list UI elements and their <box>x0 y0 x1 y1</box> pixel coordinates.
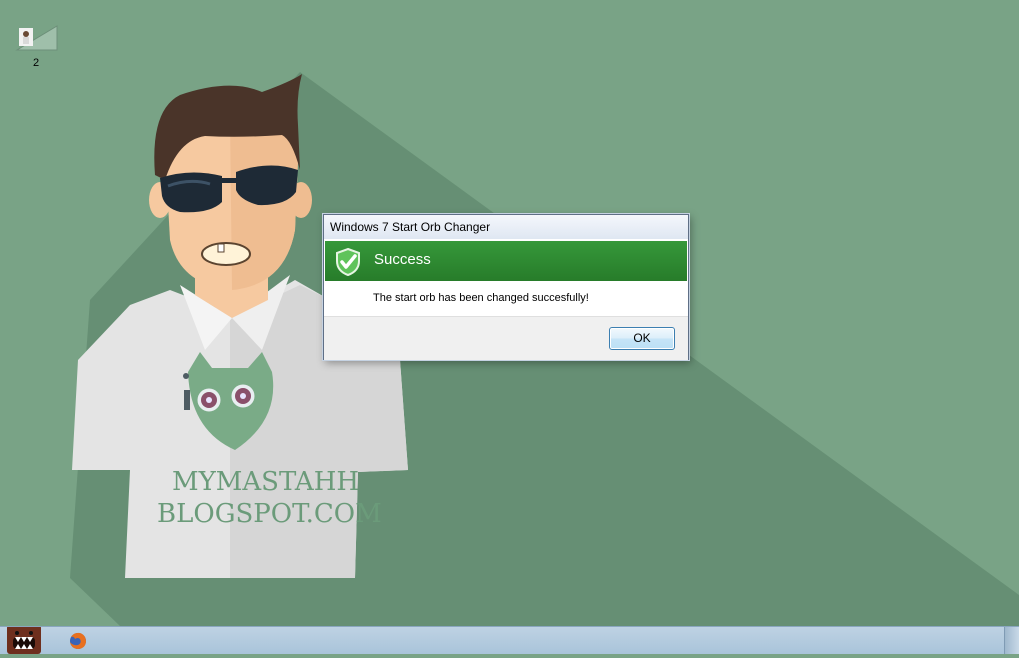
wallpaper-text-line1: MYMASTAHH <box>172 467 359 497</box>
user-shortcut-icon <box>13 24 59 52</box>
wallpaper-sunglasses <box>160 172 222 213</box>
success-shield-icon <box>336 248 360 276</box>
taskbar-firefox-button[interactable] <box>68 631 88 651</box>
dialog-banner: Success <box>325 241 687 281</box>
dialog-message: The start orb has been changed succesful… <box>373 292 589 304</box>
start-orb-button[interactable] <box>6 625 42 654</box>
wallpaper-text-line2: BLOGSPOT.COM <box>157 499 382 529</box>
dialog-title: Windows 7 Start Orb Changer <box>324 215 688 239</box>
domo-start-orb-icon <box>7 625 41 654</box>
show-desktop-button[interactable] <box>1004 627 1019 654</box>
firefox-icon <box>70 632 86 649</box>
ok-button[interactable]: OK <box>609 327 675 350</box>
desktop-icon[interactable]: 2 <box>10 24 62 74</box>
desktop-icon-label: 2 <box>32 57 40 69</box>
dialog-footer: OK <box>324 316 688 360</box>
taskbar <box>0 625 1019 654</box>
success-dialog: Windows 7 Start Orb Changer Success The … <box>323 214 689 360</box>
dialog-heading: Success <box>374 251 431 268</box>
